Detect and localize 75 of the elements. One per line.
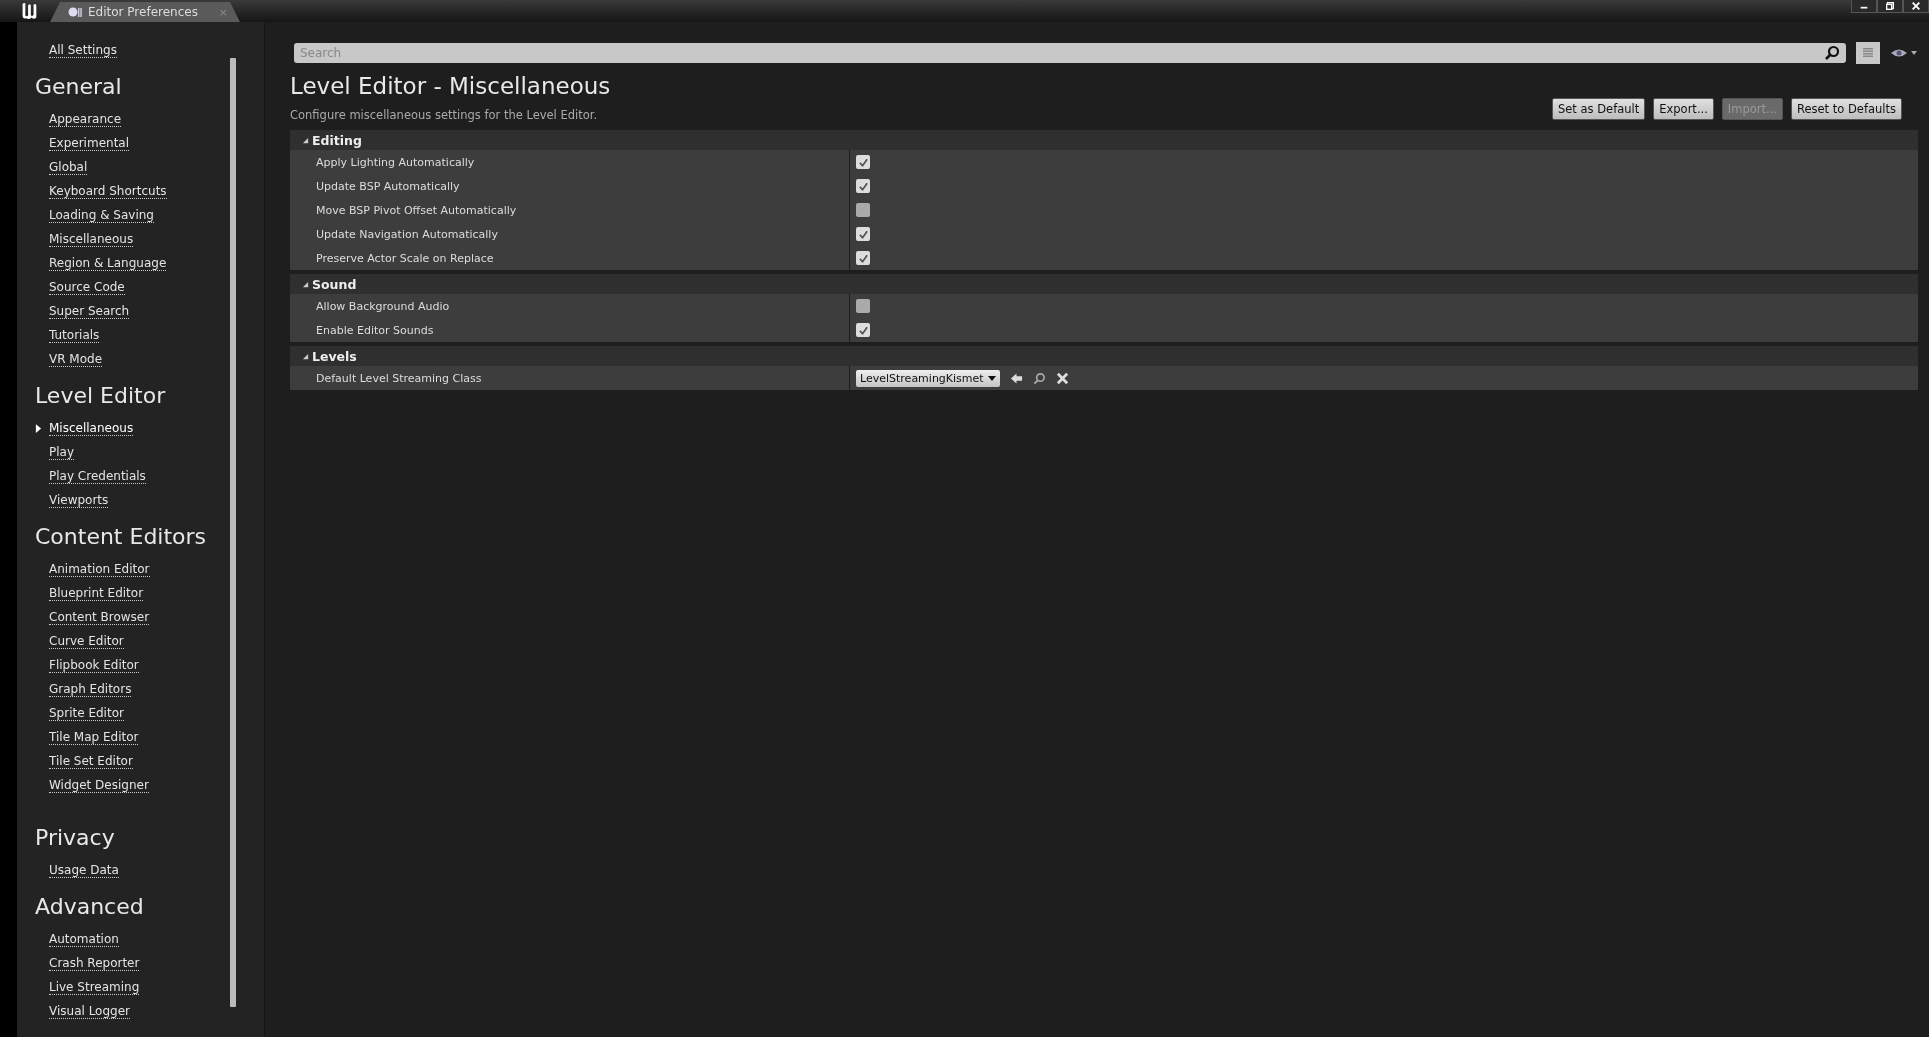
sidebar-link[interactable]: Sprite Editor bbox=[49, 705, 124, 721]
sidebar-link[interactable]: Keyboard Shortcuts bbox=[49, 183, 167, 199]
sidebar-link[interactable]: Animation Editor bbox=[49, 561, 150, 577]
sidebar-link[interactable]: Automation bbox=[49, 931, 119, 947]
property-label: Default Level Streaming Class bbox=[290, 366, 850, 390]
property-label: Enable Editor Sounds bbox=[290, 318, 850, 342]
page-description: Configure miscellaneous settings for the Level Editor. bbox=[290, 108, 599, 122]
restore-button[interactable] bbox=[1877, 0, 1903, 13]
checkbox[interactable] bbox=[856, 203, 870, 217]
settings-icon bbox=[68, 5, 82, 19]
section-header[interactable]: Levels bbox=[290, 346, 1918, 366]
toolbar-button[interactable]: Reset to Defaults bbox=[1791, 98, 1902, 120]
triangle-icon bbox=[302, 280, 309, 288]
page-title: Level Editor - Miscellaneous bbox=[290, 72, 611, 101]
editor-tab[interactable]: Editor Preferences × bbox=[50, 2, 240, 22]
sidebar-link[interactable]: Tile Map Editor bbox=[49, 729, 139, 745]
sidebar-link[interactable]: VR Mode bbox=[49, 351, 103, 367]
tab-title: Editor Preferences bbox=[88, 5, 199, 19]
close-button[interactable] bbox=[1903, 0, 1929, 13]
sidebar-link[interactable]: Live Streaming bbox=[49, 979, 140, 995]
search-field[interactable]: Search bbox=[294, 43, 1846, 63]
category-heading: Advanced bbox=[35, 893, 145, 921]
search-icon bbox=[1824, 45, 1840, 61]
sidebar-link[interactable]: Global bbox=[49, 159, 88, 175]
section-header[interactable]: Editing bbox=[290, 130, 1918, 150]
caret-icon bbox=[987, 375, 996, 381]
sidebar-link[interactable]: Source Code bbox=[49, 279, 125, 295]
sidebar-link[interactable]: Blueprint Editor bbox=[49, 585, 144, 601]
sidebar-link[interactable]: Viewports bbox=[49, 492, 109, 508]
toolbar-button[interactable]: Set as Default bbox=[1551, 98, 1646, 120]
sidebar-link[interactable]: Graph Editors bbox=[49, 681, 132, 697]
checkbox[interactable] bbox=[856, 227, 870, 241]
triangle-icon bbox=[302, 136, 309, 144]
sidebar-link[interactable]: Content Browser bbox=[49, 609, 150, 625]
list-icon bbox=[1861, 46, 1875, 60]
search-icon[interactable] bbox=[1032, 371, 1046, 385]
checkbox[interactable] bbox=[856, 251, 870, 265]
category-heading: Level Editor bbox=[35, 382, 167, 410]
restore-icon bbox=[1885, 1, 1895, 11]
category-heading: Privacy bbox=[35, 824, 116, 852]
triangle-icon bbox=[302, 352, 309, 360]
sidebar-link[interactable]: Super Search bbox=[49, 303, 130, 319]
sidebar-link[interactable]: Crash Reporter bbox=[49, 955, 140, 971]
minimize-button[interactable] bbox=[1851, 0, 1877, 13]
clear-icon[interactable] bbox=[1055, 371, 1069, 385]
sidebar-link[interactable]: Region & Language bbox=[49, 255, 167, 271]
checkbox[interactable] bbox=[856, 323, 870, 337]
sidebar-link[interactable]: Play bbox=[49, 444, 75, 460]
triangle-icon bbox=[35, 423, 42, 433]
sidebar-link[interactable]: Curve Editor bbox=[49, 633, 124, 649]
sidebar-link[interactable]: Visual Logger bbox=[49, 1003, 130, 1019]
property-label: Preserve Actor Scale on Replace bbox=[290, 246, 850, 270]
checkbox[interactable] bbox=[856, 179, 870, 193]
sidebar-link[interactable]: Play Credentials bbox=[49, 468, 146, 484]
sidebar-link[interactable]: Appearance bbox=[49, 111, 122, 127]
sidebar-link[interactable]: Loading & Saving bbox=[49, 207, 154, 223]
class-dropdown[interactable]: LevelStreamingKismet bbox=[856, 369, 1000, 387]
sidebar-link[interactable]: All Settings bbox=[49, 42, 117, 58]
category-heading: Content Editors bbox=[35, 523, 208, 551]
sidebar-link[interactable]: Tutorials bbox=[49, 327, 100, 343]
sidebar-link[interactable]: Tile Set Editor bbox=[49, 753, 133, 769]
sidebar-link[interactable]: Widget Designer bbox=[49, 777, 149, 793]
toolbar-button[interactable]: Export... bbox=[1653, 98, 1714, 120]
sidebar-link[interactable]: Miscellaneous bbox=[49, 231, 134, 247]
sidebar-link[interactable]: Miscellaneous bbox=[49, 420, 134, 436]
section-header[interactable]: Sound bbox=[290, 274, 1918, 294]
checkbox[interactable] bbox=[856, 299, 870, 313]
scrollbar[interactable] bbox=[230, 58, 236, 1007]
category-heading: General bbox=[35, 73, 123, 101]
checkbox[interactable] bbox=[856, 155, 870, 169]
sidebar-link[interactable]: Experimental bbox=[49, 135, 130, 151]
sidebar-link[interactable]: Flipbook Editor bbox=[49, 657, 139, 673]
left-arrow-icon[interactable] bbox=[1009, 371, 1023, 385]
sidebar-link[interactable]: Usage Data bbox=[49, 862, 119, 878]
close-icon bbox=[1911, 1, 1921, 11]
